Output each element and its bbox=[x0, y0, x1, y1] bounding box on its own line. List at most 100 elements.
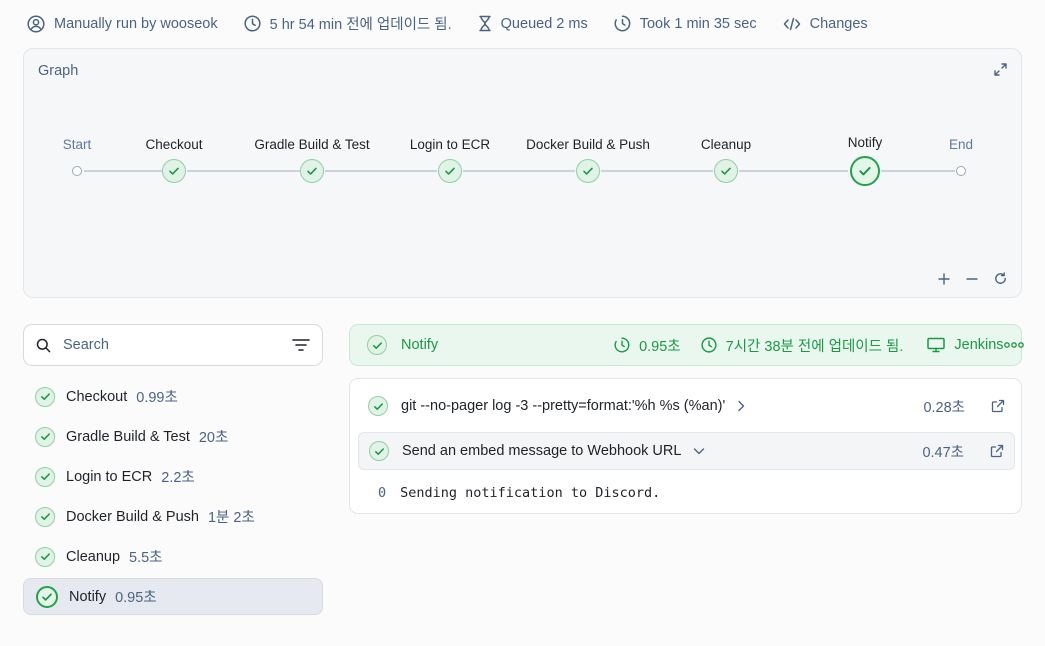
stage-duration: 20초 bbox=[198, 430, 229, 446]
stage-duration: 1분 2초 bbox=[207, 510, 255, 526]
graph-node-checkout[interactable] bbox=[162, 159, 186, 183]
graph-end-label: End bbox=[948, 137, 974, 152]
stage-detail-header: Notify 0.95초 7시간 38분 전에 업데이드 됨. Jenkins bbox=[349, 324, 1024, 366]
monitor-icon bbox=[927, 337, 954, 353]
stage-detail-updated-text: 7시간 38분 전에 업데이드 됨. bbox=[725, 338, 904, 355]
queued-text: Queued 2 ms bbox=[500, 15, 588, 32]
queued-time: Queued 2 ms bbox=[478, 15, 588, 32]
check-icon bbox=[369, 441, 389, 461]
expand-icon[interactable] bbox=[994, 63, 1007, 76]
zoom-in-icon[interactable] bbox=[938, 272, 950, 285]
more-options-icon[interactable] bbox=[1003, 341, 1024, 349]
stage-name: Gradle Build & Test bbox=[66, 428, 190, 445]
reset-zoom-icon[interactable] bbox=[994, 272, 1007, 285]
step-duration: 0.28초 bbox=[923, 399, 965, 416]
updated-text: 5 hr 54 min 전에 업데이드 됨. bbox=[269, 17, 452, 33]
graph-edge bbox=[325, 170, 437, 172]
stage-name: Notify bbox=[69, 588, 107, 605]
hourglass-icon bbox=[478, 15, 501, 32]
graph-node-notify[interactable] bbox=[850, 156, 880, 186]
check-icon bbox=[35, 386, 55, 407]
check-icon bbox=[307, 167, 317, 175]
stage-list-item-cleanup[interactable]: Cleanup 5.5초 bbox=[23, 538, 323, 575]
stage-list-item-docker[interactable]: Docker Build & Push 1분 2초 bbox=[23, 498, 323, 535]
step-duration: 0.47초 bbox=[922, 444, 964, 461]
check-icon bbox=[445, 167, 455, 175]
chevron-right-icon[interactable] bbox=[737, 400, 745, 412]
check-icon bbox=[367, 335, 387, 355]
graph-edge bbox=[187, 170, 300, 172]
check-icon bbox=[583, 167, 593, 175]
steps-panel: git --no-pager log -3 --pretty=format:'%… bbox=[349, 378, 1022, 514]
changes-text: Changes bbox=[809, 15, 868, 32]
stage-list-item-notify[interactable]: Notify 0.95초 bbox=[23, 578, 323, 615]
search-icon bbox=[36, 338, 51, 353]
graph-title: Graph bbox=[38, 63, 79, 79]
check-icon bbox=[35, 426, 55, 447]
stage-detail-agent-text: Jenkins bbox=[954, 337, 1004, 353]
graph-node-cleanup[interactable] bbox=[714, 159, 738, 183]
step-text: git --no-pager log -3 --pretty=format:'%… bbox=[401, 398, 726, 414]
changes-link[interactable]: Changes bbox=[783, 16, 868, 32]
graph-stage-label: Cleanup bbox=[700, 137, 752, 152]
check-icon bbox=[368, 396, 388, 416]
stage-list-item-checkout[interactable]: Checkout 0.99초 bbox=[23, 378, 323, 415]
zoom-controls bbox=[922, 272, 1007, 285]
graph-node-login-ecr[interactable] bbox=[438, 159, 462, 183]
graph-node-docker[interactable] bbox=[576, 159, 600, 183]
took-text: Took 1 min 35 sec bbox=[639, 15, 757, 32]
graph-edge bbox=[601, 170, 713, 172]
graph-stage-label: Gradle Build & Test bbox=[254, 137, 370, 152]
clock-icon bbox=[244, 15, 270, 32]
search-input[interactable] bbox=[63, 337, 273, 353]
check-icon bbox=[35, 546, 55, 567]
user-icon bbox=[27, 14, 54, 33]
log-line-text: Sending notification to Discord. bbox=[400, 485, 661, 501]
external-link-icon[interactable] bbox=[991, 399, 1005, 413]
graph-stage-label: Checkout bbox=[145, 137, 203, 152]
stage-detail-duration: 0.95초 bbox=[614, 335, 681, 356]
graph-stage-label: Docker Build & Push bbox=[526, 137, 650, 152]
step-row-expanded[interactable]: Send an embed message to Webhook URL 0.4… bbox=[358, 432, 1015, 470]
stage-detail-agent[interactable]: Jenkins bbox=[927, 337, 1004, 353]
graph-node-gradle[interactable] bbox=[300, 159, 324, 183]
check-icon bbox=[859, 166, 871, 176]
graph-end-node bbox=[956, 166, 966, 176]
stage-duration: 5.5초 bbox=[129, 550, 163, 566]
external-link-icon[interactable] bbox=[990, 444, 1004, 458]
stage-detail-updated: 7시간 38분 전에 업데이드 됨. bbox=[701, 335, 904, 356]
run-meta-bar: Manually run by wooseok 5 hr 54 min 전에 업… bbox=[27, 13, 894, 34]
stage-search-box bbox=[23, 324, 323, 366]
run-by-text: Manually run by wooseok bbox=[54, 15, 218, 32]
stage-name: Cleanup bbox=[66, 548, 121, 565]
stage-duration: 0.95초 bbox=[115, 590, 157, 606]
stage-name: Login to ECR bbox=[66, 468, 153, 485]
timer-icon bbox=[614, 337, 639, 353]
stage-list-item-gradle[interactable]: Gradle Build & Test 20초 bbox=[23, 418, 323, 455]
chevron-down-icon[interactable] bbox=[693, 447, 705, 455]
pipeline-graph-panel: Graph Start Checkout Gradle Build & Test… bbox=[23, 48, 1022, 298]
graph-stage-label: Login to ECR bbox=[409, 137, 491, 152]
stage-list-item-login-ecr[interactable]: Login to ECR 2.2초 bbox=[23, 458, 323, 495]
stage-duration: 0.99초 bbox=[136, 390, 178, 406]
timer-icon bbox=[614, 15, 640, 32]
graph-stage-label-selected: Notify bbox=[847, 135, 883, 150]
filter-icon[interactable] bbox=[292, 338, 310, 352]
graph-edge bbox=[739, 170, 848, 172]
code-icon bbox=[783, 17, 810, 31]
graph-start-label: Start bbox=[62, 137, 92, 152]
zoom-out-icon[interactable] bbox=[966, 273, 978, 285]
log-line-number: 0 bbox=[378, 485, 387, 501]
stage-detail-title: Notify bbox=[401, 337, 439, 353]
graph-edge bbox=[463, 170, 575, 172]
stage-name: Docker Build & Push bbox=[66, 508, 199, 525]
stage-detail-duration-text: 0.95초 bbox=[639, 338, 681, 355]
check-icon bbox=[721, 167, 731, 175]
run-by: Manually run by wooseok bbox=[27, 14, 218, 33]
log-line: 0 Sending notification to Discord. bbox=[378, 485, 660, 501]
clock-icon bbox=[701, 337, 726, 353]
step-text: Send an embed message to Webhook URL bbox=[402, 443, 682, 459]
check-icon bbox=[36, 585, 58, 608]
check-icon bbox=[169, 167, 179, 175]
step-row[interactable]: git --no-pager log -3 --pretty=format:'%… bbox=[358, 387, 1015, 425]
